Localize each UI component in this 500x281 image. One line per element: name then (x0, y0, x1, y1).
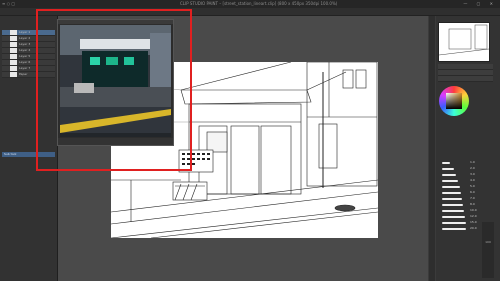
brush-stroke-preview (442, 210, 464, 212)
brush-size-item[interactable]: 12.0 (440, 214, 492, 219)
brush-size-label: 7.0 (470, 196, 475, 200)
layer-label: Layer 4 (19, 48, 31, 52)
brush-size-label: 3.0 (470, 172, 475, 176)
color-wheel[interactable] (439, 86, 469, 116)
panel-tab[interactable] (438, 76, 493, 82)
layer-label: Layer 6 (19, 60, 31, 64)
brush-size-label: 4.0 (470, 178, 475, 182)
app-menu[interactable]: ≡ ○ ▢ (2, 1, 15, 6)
brush-stroke-preview (442, 216, 465, 218)
brush-size-item[interactable]: 3.0 (440, 172, 492, 177)
brush-size-label: 10.0 (470, 208, 477, 212)
brush-size-item[interactable]: 2.0 (440, 166, 492, 171)
layer-thumbnail (10, 36, 17, 41)
brush-size-item[interactable]: 8.0 (440, 202, 492, 207)
layer-thumbnail (10, 48, 17, 53)
brush-size-label: 6.0 (470, 190, 475, 194)
brush-size-item[interactable]: 4.0 (440, 178, 492, 183)
brush-size-label: 15.0 (470, 220, 477, 224)
layer-thumbnail (10, 30, 17, 35)
brush-size-label: 5.0 (470, 184, 475, 188)
layer-thumbnail (10, 60, 17, 65)
color-square[interactable] (446, 93, 462, 109)
brush-size-item[interactable]: 7.0 (440, 196, 492, 201)
layer-label: Layer 7 (19, 66, 31, 70)
brush-size-item[interactable]: 6.0 (440, 190, 492, 195)
brush-stroke-preview (442, 162, 450, 164)
brush-stroke-preview (442, 180, 458, 182)
zoom-label: 100 (485, 240, 491, 244)
brush-stroke-preview (442, 192, 461, 194)
brush-stroke-preview (442, 222, 466, 224)
brush-size-label: 12.0 (470, 214, 477, 218)
brush-stroke-preview (442, 168, 454, 170)
layer-label: Layer 5 (19, 54, 31, 58)
subtool-tab-label: Sub tool (4, 152, 17, 156)
brush-stroke-preview (442, 204, 463, 206)
window-title: CLIP STUDIO PAINT – [street_station_line… (180, 1, 338, 6)
brush-size-label: 8.0 (470, 202, 475, 206)
layer-thumbnail (10, 66, 17, 71)
brush-size-label: 2.0 (470, 166, 475, 170)
highlight-box (36, 9, 192, 171)
layer-label: Layer 3 (19, 42, 31, 46)
brush-size-item[interactable]: 10.0 (440, 208, 492, 213)
layer-label: Layer 2 (19, 36, 31, 40)
brush-size-label: 20.0 (470, 226, 477, 230)
navigator-thumbnail-art (438, 24, 490, 56)
layer-thumbnail (10, 72, 17, 77)
navigator-thumbnail[interactable] (438, 22, 490, 62)
tool-strip[interactable] (429, 16, 435, 281)
layer-label: Paper (19, 72, 28, 76)
zoom-slider[interactable]: 100 (482, 222, 494, 278)
brush-stroke-preview (442, 174, 456, 176)
layer-label: Layer 1 (19, 30, 31, 34)
layer-thumbnail (10, 54, 17, 59)
window-controls[interactable]: — ▢ ✕ (463, 1, 497, 6)
brush-stroke-preview (442, 186, 460, 188)
brush-size-item[interactable]: 1.0 (440, 160, 492, 165)
title-bar: ≡ ○ ▢ CLIP STUDIO PAINT – [street_statio… (0, 0, 500, 8)
brush-stroke-preview (442, 198, 462, 200)
brush-size-label: 1.0 (470, 160, 475, 164)
brush-size-item[interactable]: 5.0 (440, 184, 492, 189)
layer-thumbnail (10, 42, 17, 47)
brush-stroke-preview (442, 228, 466, 230)
